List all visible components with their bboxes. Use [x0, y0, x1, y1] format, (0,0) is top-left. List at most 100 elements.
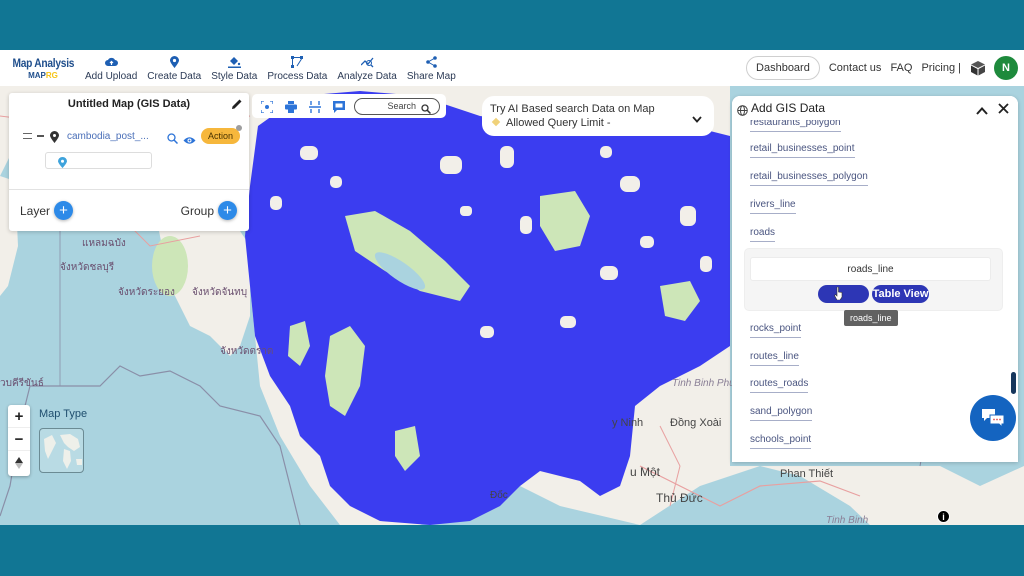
logo-sub-map: MAP	[28, 71, 46, 80]
search-icon	[421, 101, 432, 115]
nav-add-upload[interactable]: Add Upload	[80, 55, 142, 82]
gis-panel-title: Add GIS Data	[751, 101, 826, 115]
compass-icon	[15, 456, 23, 469]
layer-panel-footer: Layer + Group +	[9, 195, 249, 225]
sparkle-icon	[491, 117, 501, 127]
process-nodes-icon	[290, 55, 304, 69]
pencil-icon[interactable]	[231, 97, 243, 109]
reset-north-button[interactable]	[8, 451, 30, 474]
gis-item[interactable]: routes_line	[750, 351, 799, 366]
plus-icon: +	[54, 201, 74, 220]
point-layer-icon	[50, 130, 60, 143]
chevron-up-icon[interactable]	[976, 102, 988, 115]
user-avatar[interactable]: N	[994, 56, 1018, 80]
map-label: จังหวัดตราด	[220, 346, 273, 357]
pricing-link[interactable]: Pricing |	[921, 62, 961, 74]
focus-icon[interactable]	[260, 100, 274, 114]
gis-panel-header: Add GIS Data	[732, 96, 1018, 120]
nav-process-data[interactable]: Process Data	[262, 55, 332, 82]
faq-link[interactable]: FAQ	[890, 62, 912, 74]
zoom-out-button[interactable]: −	[8, 428, 30, 451]
top-frame-band	[0, 0, 1024, 50]
nav-label: Create Data	[147, 70, 202, 82]
zoom-to-layer-icon[interactable]	[167, 131, 179, 144]
status-dot	[236, 125, 243, 131]
gis-item[interactable]: sand_polygon	[750, 406, 813, 421]
search-placeholder: Search	[387, 101, 416, 111]
dataset-name-field[interactable]: roads_line	[750, 257, 991, 281]
print-icon[interactable]	[285, 100, 297, 113]
nav-label: Share Map	[406, 70, 456, 82]
nav-share-map[interactable]: Share Map	[402, 55, 461, 82]
main-nav: Add Upload Create Data Style Data Proces…	[80, 55, 461, 82]
dashboard-button[interactable]: Dashboard	[746, 56, 820, 80]
nav-analyze-data[interactable]: Analyze Data	[332, 55, 401, 82]
globe-icon	[737, 103, 748, 116]
gis-item[interactable]: retail_businesses_polygon	[750, 171, 868, 186]
map-type-thumbnail[interactable]	[39, 428, 84, 473]
nav-create-data[interactable]: Create Data	[142, 55, 206, 82]
map-type-label: Map Type	[39, 408, 88, 420]
world-map-icon	[44, 434, 82, 469]
logo[interactable]: Map Analysis MAPRG	[0, 56, 78, 80]
ai-search-box[interactable]: Try AI Based search Data on Map Allowed …	[482, 96, 714, 136]
collapse-icon[interactable]	[37, 135, 44, 137]
nav-label: Process Data	[267, 70, 328, 82]
add-layer-button[interactable]: Layer +	[20, 201, 74, 220]
add-layer-label: Layer	[20, 203, 51, 218]
logo-sub-gis: RG	[45, 71, 58, 80]
nav-label: Add Upload	[85, 70, 138, 82]
map-label: วบคีรีขันธ์	[0, 377, 44, 389]
action-button[interactable]: Action	[201, 125, 243, 144]
map-label: Thủ Đức	[656, 491, 703, 505]
map-title: Untitled Map (GIS Data)	[67, 98, 191, 110]
nav-label: Analyze Data	[337, 70, 397, 82]
chevron-down-icon[interactable]	[692, 110, 702, 123]
map-label: จังหวัดชลบุรี	[60, 261, 115, 273]
logo-subtitle: MAPRG	[28, 71, 58, 80]
map-label: Phan Thiết	[780, 468, 833, 480]
gis-item[interactable]: roads	[750, 227, 776, 242]
visibility-eye-icon[interactable]	[183, 132, 196, 144]
drag-handle-icon[interactable]	[23, 133, 32, 139]
gis-item[interactable]: retail_businesses_point	[750, 143, 855, 158]
map-label: จังหวัดระยอง	[118, 287, 175, 298]
add-to-map-button[interactable]	[818, 285, 869, 303]
table-view-button[interactable]: Table View	[872, 285, 929, 303]
ai-search-title: Try AI Based search Data on Map	[490, 103, 655, 115]
map-toolbar: Search	[252, 94, 446, 118]
cloud-upload-icon	[104, 55, 118, 69]
zoom-in-button[interactable]: +	[8, 405, 30, 428]
share-icon	[424, 55, 438, 69]
measure-icon[interactable]	[309, 100, 321, 113]
nav-style-data[interactable]: Style Data	[206, 55, 262, 82]
action-label: Action	[208, 131, 234, 141]
bottom-frame-band	[0, 525, 1024, 576]
layer-style-preview[interactable]	[45, 152, 152, 169]
map-label: Tinh Binh	[826, 515, 869, 525]
cube-icon[interactable]	[970, 60, 986, 76]
top-nav-bar: Map Analysis MAPRG Add Upload Create Dat…	[0, 50, 1024, 86]
style-pin-icon	[58, 155, 67, 168]
map-search-input[interactable]: Search	[354, 97, 440, 115]
add-group-button[interactable]: Group +	[181, 201, 237, 220]
contact-us-link[interactable]: Contact us	[829, 62, 882, 74]
gis-item[interactable]: schools_point	[750, 434, 812, 449]
ai-query-limit: Allowed Query Limit -	[506, 117, 611, 129]
analyze-chart-icon	[360, 55, 374, 69]
comment-icon[interactable]	[333, 100, 345, 113]
map-label: Đồng Xoài	[670, 417, 721, 429]
gis-item[interactable]: rocks_point	[750, 323, 802, 338]
gis-item[interactable]: rivers_line	[750, 199, 796, 214]
gis-item[interactable]: routes_roads	[750, 378, 809, 393]
header-right: Dashboard Contact us FAQ Pricing | N	[746, 50, 1018, 86]
chat-button[interactable]	[970, 395, 1016, 441]
layer-row: cambodia_post_... Action	[23, 125, 245, 144]
close-icon[interactable]	[998, 101, 1009, 114]
info-icon[interactable]: i	[937, 510, 950, 523]
zoom-controls: + −	[8, 405, 30, 476]
expanded-dataset-card: roads_line Table View	[744, 248, 1003, 311]
hand-cursor-icon	[834, 286, 843, 301]
scrollbar-thumb[interactable]	[1011, 372, 1016, 394]
layer-name[interactable]: cambodia_post_...	[67, 131, 165, 142]
